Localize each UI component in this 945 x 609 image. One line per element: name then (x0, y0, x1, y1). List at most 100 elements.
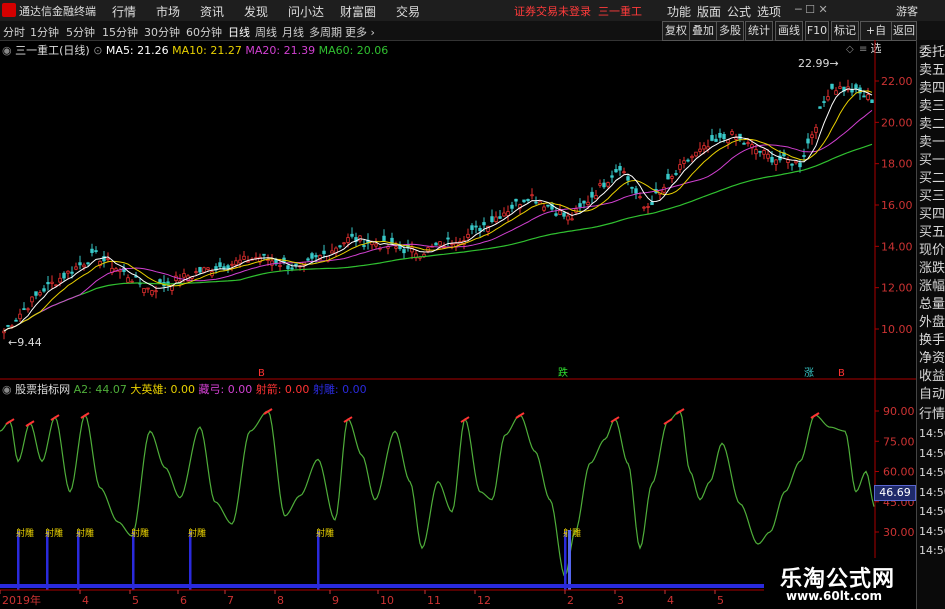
candle-body (670, 176, 674, 179)
period-weekly[interactable]: 周线 (255, 24, 277, 40)
right-panel-item[interactable]: 涨幅 (919, 280, 945, 294)
legend-ma20: MA20: 21.39 (245, 44, 316, 57)
candle-body (710, 135, 714, 141)
period-15min[interactable]: 15分钟 (102, 24, 138, 40)
candle-body (202, 267, 206, 273)
menu-item-quote[interactable]: 行情 (112, 3, 136, 20)
period-multi[interactable]: 多周期 (309, 24, 342, 40)
candle-body (382, 235, 386, 241)
indicator-sj: 射箭: 0.00 (255, 383, 310, 396)
candle-body (870, 99, 874, 103)
menu-item-trade[interactable]: 交易 (396, 3, 420, 20)
right-panel-item[interactable]: 自动 (919, 388, 945, 402)
candle-body (34, 291, 38, 296)
candle-body (618, 166, 622, 171)
right-panel-item[interactable]: 总量 (919, 298, 945, 312)
candle-body (374, 243, 378, 247)
menu-item-options[interactable]: 选项 (757, 3, 781, 20)
candle-body (234, 260, 238, 266)
toolbar-back[interactable]: 返回 (891, 21, 917, 41)
ma60-line (3, 143, 873, 332)
candle-body (650, 201, 654, 206)
right-panel-item[interactable]: 行情 (919, 407, 945, 422)
candle-body (530, 194, 534, 197)
candle-body (2, 330, 6, 334)
right-panel-item[interactable]: 现价 (919, 244, 945, 258)
period-more[interactable]: 更多 › (345, 24, 375, 40)
candle-body (770, 156, 774, 163)
menu-item-market[interactable]: 市场 (156, 3, 180, 20)
period-5min[interactable]: 5分钟 (66, 24, 95, 40)
right-panel-item[interactable]: 14:50 (919, 544, 945, 558)
right-panel-item[interactable]: 14:50 (919, 486, 945, 500)
candle-body (582, 200, 586, 204)
right-panel-item[interactable]: 14:50 (919, 505, 945, 519)
right-panel-item[interactable]: 买一 (919, 154, 945, 168)
period-timeshare[interactable]: 分时 (3, 24, 25, 40)
candle-body (822, 101, 826, 103)
candle-body (502, 212, 506, 217)
right-panel-item[interactable]: 涨跌 (919, 262, 945, 276)
menu-item-ask[interactable]: 问小达 (288, 3, 324, 20)
toolbar-multistock[interactable]: 多股 (716, 21, 744, 41)
indicator-line (0, 410, 875, 578)
right-panel-item[interactable]: 卖五 (919, 64, 945, 78)
toolbar-f10[interactable]: F10 (805, 21, 829, 41)
candle-body (606, 182, 610, 187)
date-tick-label: 5 (132, 594, 139, 607)
right-panel-item[interactable]: 委托 (919, 46, 945, 60)
right-panel-item[interactable]: 外盘 (919, 316, 945, 330)
period-60min[interactable]: 60分钟 (186, 24, 222, 40)
date-tick-label: 12 (477, 594, 491, 607)
right-panel-item[interactable]: 买二 (919, 172, 945, 186)
toolbar-adjust[interactable]: 复权 (662, 21, 690, 41)
menu-item-formula[interactable]: 公式 (727, 3, 751, 20)
candle-body (630, 186, 634, 189)
menu-item-layout[interactable]: 版面 (697, 3, 721, 20)
right-panel-item[interactable]: 买三 (919, 190, 945, 204)
candle-body (206, 267, 210, 270)
right-panel-item[interactable]: 买五 (919, 226, 945, 240)
signal-bar (46, 531, 49, 590)
right-panel-item[interactable]: 卖二 (919, 118, 945, 132)
right-panel-item[interactable]: 换手 (919, 334, 945, 348)
toolbar-mark[interactable]: 标记 (831, 21, 859, 41)
candle-body (82, 264, 86, 268)
legend-settings-icon[interactable]: ⊙ (93, 44, 102, 57)
toolbar-overlay[interactable]: 叠加 (689, 21, 717, 41)
kline-chart[interactable]: 22.00 20.00 18.00 16.00 14.00 12.00 10.00 22.99… (0, 40, 916, 380)
menu-item-wealth[interactable]: 财富圈 (340, 3, 376, 20)
candle-body (694, 151, 698, 157)
toolbar-draw[interactable]: 画线 (775, 21, 803, 41)
right-panel-item[interactable]: 卖四 (919, 82, 945, 96)
right-panel-item[interactable]: 净资 (919, 352, 945, 366)
window-controls[interactable]: ─ ☐ ✕ (795, 3, 828, 16)
candle-body (830, 83, 834, 89)
peak-highlight (610, 416, 620, 423)
menu-item-function[interactable]: 功能 (667, 3, 691, 20)
right-panel-item[interactable]: 14:50 (919, 447, 945, 461)
period-monthly[interactable]: 月线 (282, 24, 304, 40)
main-legend: ◉ 三一重工(日线) ⊙ MA5: 21.26 MA10: 21.27 MA20… (2, 42, 388, 58)
right-panel-item[interactable]: 14:50 (919, 525, 945, 539)
right-panel-item[interactable]: 14:50 (919, 427, 945, 441)
right-panel-item[interactable]: 卖一 (919, 136, 945, 150)
guest-label[interactable]: 游客 (896, 3, 918, 19)
right-panel-item[interactable]: 卖三 (919, 100, 945, 114)
login-warning[interactable]: 证券交易未登录 三一重工 (514, 3, 642, 19)
period-1min[interactable]: 1分钟 (30, 24, 59, 40)
date-tick-label: 8 (277, 594, 284, 607)
candle-body (738, 133, 742, 140)
toolbar-watchlist[interactable]: +自选 (860, 21, 892, 55)
menu-item-news[interactable]: 资讯 (200, 3, 224, 20)
toolbar-stats[interactable]: 统计 (745, 21, 773, 41)
chart-marker: B (838, 368, 845, 379)
period-30min[interactable]: 30分钟 (144, 24, 180, 40)
right-panel-item[interactable]: 14:50 (919, 466, 945, 480)
right-panel-item[interactable]: 收益 (919, 370, 945, 384)
period-daily[interactable]: 日线 (228, 24, 250, 40)
signal-label: 射雕 (16, 527, 34, 539)
menu-item-discover[interactable]: 发现 (244, 3, 268, 20)
right-panel-item[interactable]: 买四 (919, 208, 945, 222)
candle-body (866, 94, 870, 100)
